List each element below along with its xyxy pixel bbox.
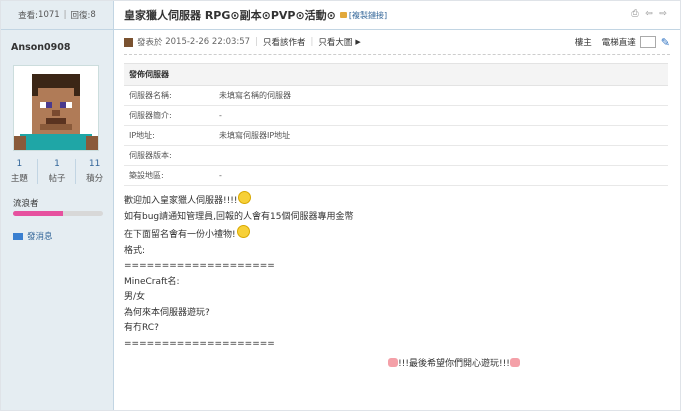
row-value: 未填寫名稱的伺服器: [214, 85, 668, 106]
author-stats: 1 主題 1 帖子 11 積分: [1, 159, 113, 184]
content-line: 男/女: [124, 292, 146, 302]
pig-emoji-icon: [509, 358, 520, 367]
stat-label: 帖子: [48, 174, 66, 184]
stat-label: 主題: [10, 174, 28, 184]
posted-time: 2015-2-26 22:03:57: [165, 37, 251, 47]
content-line: ====================: [124, 261, 275, 271]
user-rank[interactable]: 流浪者: [13, 197, 39, 209]
avatar[interactable]: [13, 65, 99, 151]
closing-line: !!!最後希望你們開心遊玩!!!: [124, 357, 664, 373]
pig-emoji-icon: [388, 358, 399, 367]
stats-divider: |: [63, 10, 67, 20]
stat-value: 1: [54, 159, 60, 169]
row-value: 未填寫伺服器IP地址: [214, 125, 668, 146]
table-row: 築設地區: -: [124, 165, 668, 186]
only-author-link[interactable]: 只看該作者: [263, 36, 306, 48]
posted-prefix: 發表於: [137, 38, 163, 48]
closing-text: !!!最後希望你們開心遊玩!!!: [398, 359, 510, 369]
next-thread-icon[interactable]: ⇨: [658, 10, 668, 19]
stat-posts[interactable]: 1 帖子: [39, 159, 76, 184]
triangle-right-icon: ▶: [355, 38, 361, 46]
steve-avatar-icon: [14, 66, 98, 150]
smiley-icon: [238, 191, 252, 204]
copy-link-button[interactable]: [複製鏈接]: [349, 10, 387, 21]
content-line: 如有bug請通知管理員,回報的人會有15個伺服器專用金幣: [124, 211, 354, 222]
thread-title-bar: 皇家獵人伺服器 RPG⊙副本⊙PVP⊙活動⊙ [複製鏈接] ⎙ ⇦ ⇨: [114, 1, 680, 30]
row-value: [214, 145, 668, 166]
views-label: 查看:: [18, 11, 39, 21]
row-key: 伺服器版本:: [124, 145, 214, 166]
replies-label: 回復:: [70, 11, 91, 21]
post-content: 歡迎加入皇家獵人伺服器!!!! 如有bug請通知管理員,回報的人會有15個伺服器…: [124, 191, 664, 373]
table-header: 發佈伺服器: [124, 63, 668, 86]
stat-value: 1: [16, 159, 23, 169]
author-sidebar: 查看: 1071 | 回復: 8 Anson0908 1 主題 1 帖子 11 …: [1, 1, 114, 410]
send-message-label: 發消息: [27, 232, 53, 242]
content-line: 有冇RC?: [124, 323, 159, 333]
author-username[interactable]: Anson0908: [11, 42, 113, 53]
thread-title: 皇家獵人伺服器 RPG⊙副本⊙PVP⊙活動⊙: [124, 9, 336, 22]
content-line: 歡迎加入皇家獵人伺服器!!!!: [124, 196, 238, 206]
table-row: IP地址: 未填寫伺服器IP地址: [124, 125, 668, 146]
info-divider: |: [310, 37, 314, 47]
row-key: IP地址:: [124, 125, 214, 146]
send-message-link[interactable]: 發消息: [13, 230, 53, 242]
content-line: ====================: [124, 338, 275, 349]
lock-icon: [339, 12, 347, 18]
table-row: 伺服器版本:: [124, 145, 668, 166]
row-value: -: [214, 165, 668, 186]
edit-pen-icon[interactable]: ✎: [661, 36, 670, 49]
post-info-bar: 發表於 2015-2-26 22:03:57 | 只看該作者 | 只看大圖 ▶ …: [124, 30, 670, 55]
thread-tools: ⎙ ⇦ ⇨: [626, 10, 668, 19]
replies-count: 8: [90, 10, 96, 20]
jump-floor-input[interactable]: [639, 36, 656, 48]
stat-value: 11: [88, 159, 101, 169]
floor-label: 樓主: [574, 38, 592, 48]
stat-label: 積分: [86, 174, 104, 184]
info-divider: |: [255, 37, 258, 47]
smiley-icon: [236, 225, 250, 238]
rank-progress-fill: [13, 211, 63, 216]
big-image-link[interactable]: 只看大圖: [318, 36, 352, 48]
online-status-icon: [124, 37, 133, 47]
content-line: 格式:: [124, 245, 146, 256]
row-key: 伺服器名稱:: [124, 85, 214, 106]
stat-points[interactable]: 11 積分: [77, 159, 113, 184]
post-main: 皇家獵人伺服器 RPG⊙副本⊙PVP⊙活動⊙ [複製鏈接] ⎙ ⇦ ⇨ 發表於 …: [114, 1, 680, 410]
jump-label: 電梯直達: [601, 38, 636, 48]
row-key: 伺服器簡介:: [124, 105, 214, 126]
server-info-table: 發佈伺服器 伺服器名稱: 未填寫名稱的伺服器 伺服器簡介: - IP地址: 未填…: [124, 63, 668, 186]
rank-progress-bar: [13, 211, 103, 216]
content-line: MineCraft名:: [124, 276, 180, 287]
content-line: 在下面留名會有一份小禮物!: [124, 230, 236, 240]
views-count: 1071: [38, 10, 60, 20]
row-key: 築設地區:: [124, 165, 214, 186]
envelope-icon: [13, 232, 23, 240]
table-row: 伺服器名稱: 未填寫名稱的伺服器: [124, 85, 668, 106]
stat-topics[interactable]: 1 主題: [1, 159, 39, 184]
previous-thread-icon[interactable]: ⇦: [644, 10, 654, 19]
table-row: 伺服器簡介: -: [124, 105, 668, 126]
content-line: 為何來本伺服器遊玩?: [124, 307, 210, 318]
thread-stats: 查看: 1071 | 回復: 8: [1, 1, 113, 30]
print-icon[interactable]: ⎙: [630, 10, 640, 19]
row-value: -: [214, 105, 668, 126]
post-floor-controls: 樓主 電梯直達 ✎: [575, 36, 670, 49]
